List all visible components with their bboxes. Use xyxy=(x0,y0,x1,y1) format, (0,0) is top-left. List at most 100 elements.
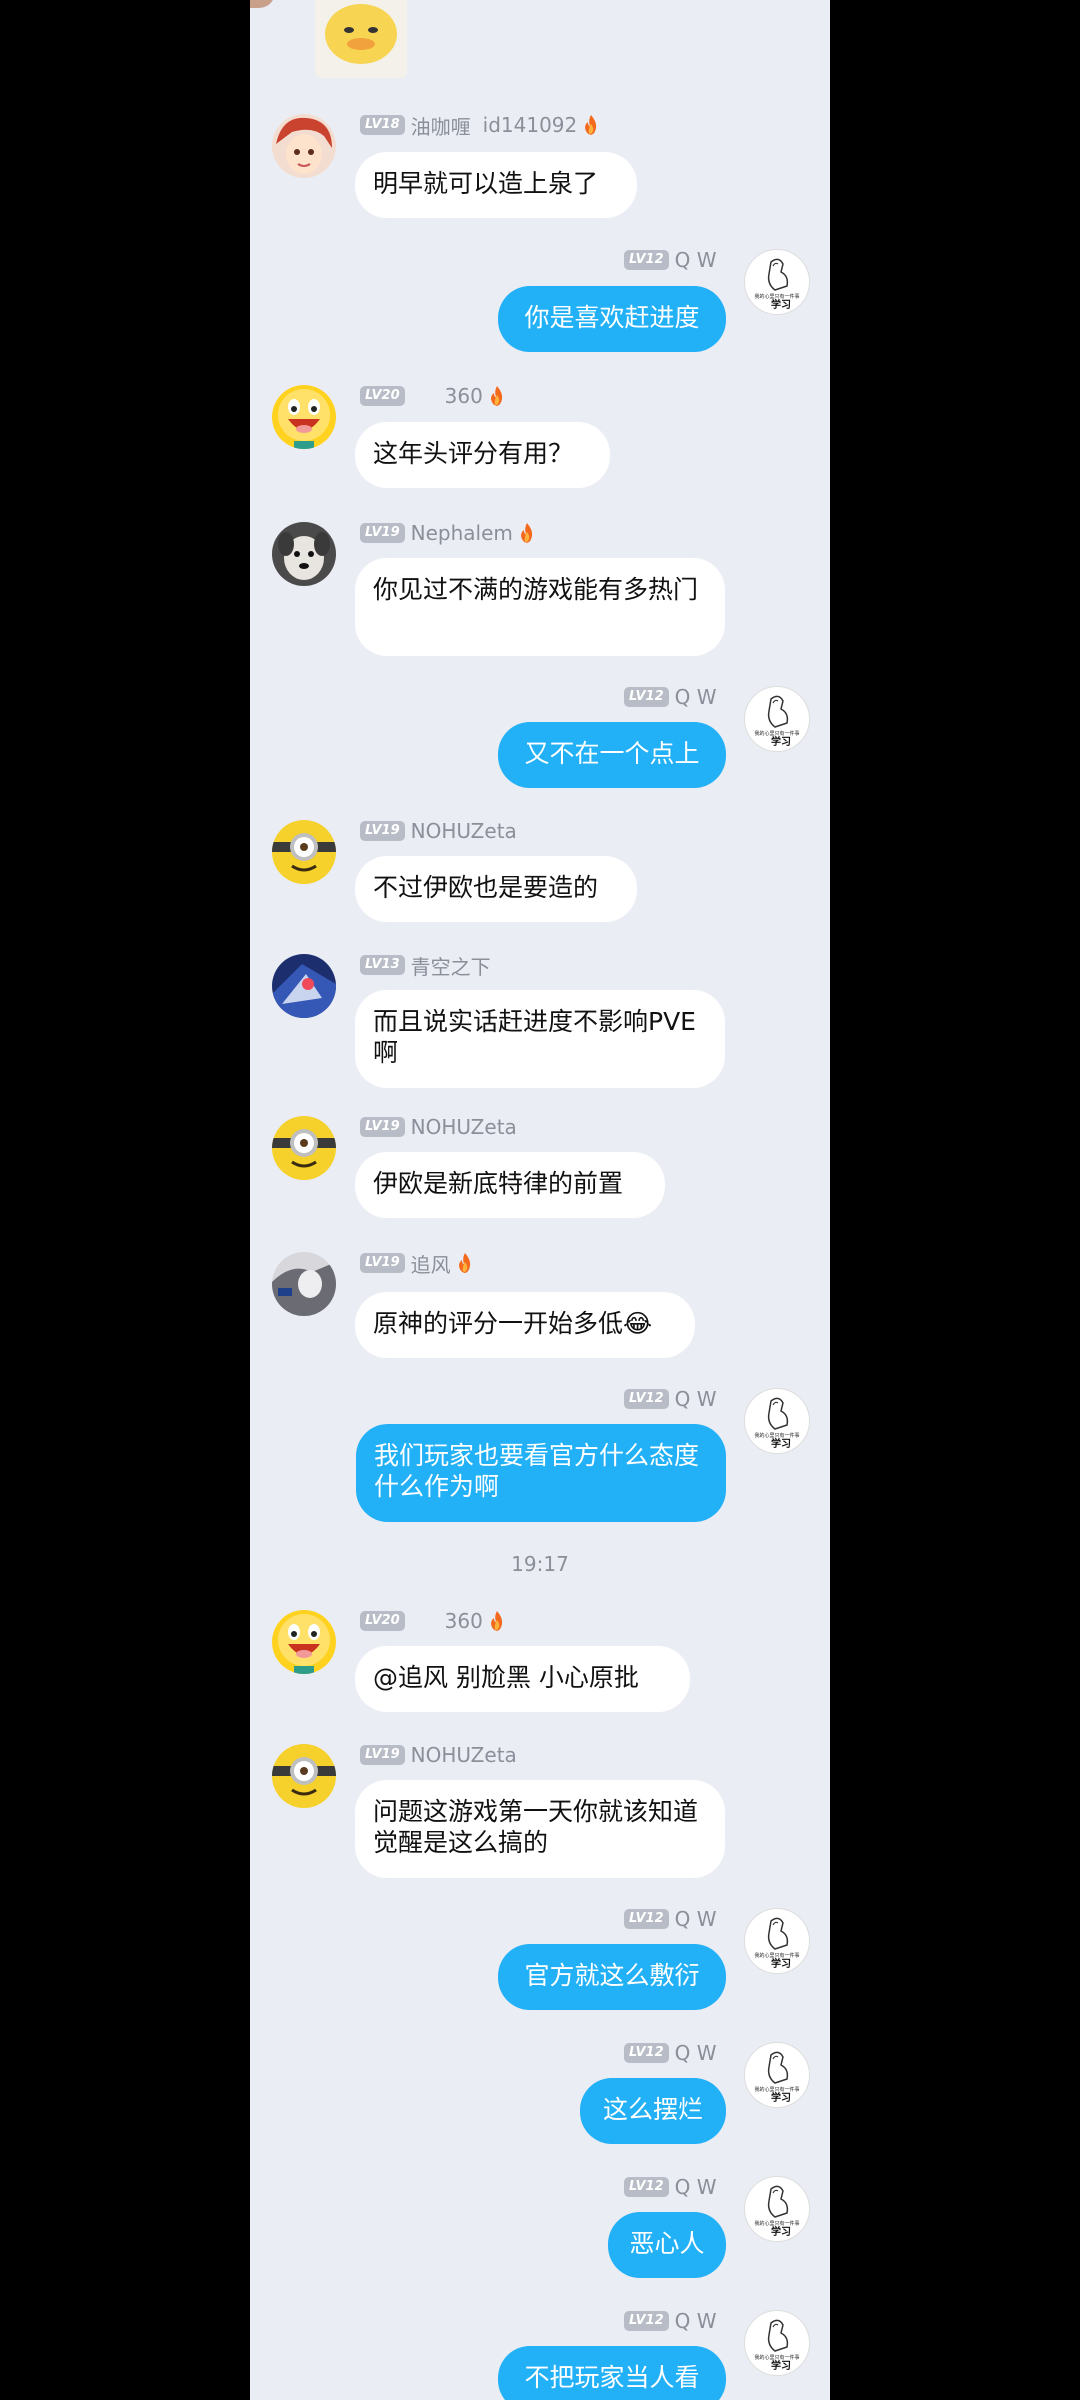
self-name: Q W xyxy=(674,685,717,709)
level-badge: LV12 xyxy=(624,1909,669,1929)
self-name: Q W xyxy=(674,2309,717,2333)
message-bubble-outgoing[interactable]: 我们玩家也要看官方什么态度 什么作为啊 xyxy=(356,1424,726,1522)
avatar-minion[interactable] xyxy=(272,1116,336,1180)
message-bubble-incoming[interactable]: @追风 别尬黑 小心原批 xyxy=(355,1646,690,1712)
svg-text:我的心里只有一件事: 我的心里只有一件事 xyxy=(754,730,799,737)
level-badge: LV19 xyxy=(360,821,405,841)
sender-tag: id141092 xyxy=(482,113,578,137)
chat-screen[interactable]: LV18 油咖喱 id141092 明早就可以造上泉了 我的心里只有一件事 学习 LV12 Q… xyxy=(250,0,830,2400)
message-bubble-incoming[interactable]: 明早就可以造上泉了 xyxy=(355,152,637,218)
self-name: Q W xyxy=(674,2175,717,2199)
svg-text:我的心里只有一件事: 我的心里只有一件事 xyxy=(754,2354,799,2361)
sender-meta: LV19 追风 xyxy=(360,1249,473,1278)
avatar-mech[interactable] xyxy=(272,954,336,1018)
sender-meta: LV19 NOHUZeta xyxy=(360,818,517,844)
self-avatar[interactable]: 我的心里只有一件事 学习 xyxy=(744,1908,810,1974)
level-badge: LV18 xyxy=(360,115,405,135)
sender-name[interactable]: 追风 xyxy=(411,1249,451,1278)
level-badge: LV12 xyxy=(624,1389,669,1409)
level-badge: LV12 xyxy=(624,2043,669,2063)
message-bubble-outgoing[interactable]: 又不在一个点上 xyxy=(498,722,726,788)
sender-meta: LV19 NOHUZeta xyxy=(360,1742,517,1768)
message-bubble-outgoing[interactable]: 官方就这么敷衍 xyxy=(498,1944,726,2010)
self-meta: LV12 Q W xyxy=(624,684,717,710)
sender-name[interactable]: 360 xyxy=(445,1609,483,1633)
level-badge: LV12 xyxy=(624,250,669,270)
level-badge: LV20 xyxy=(360,386,405,406)
level-badge: LV19 xyxy=(360,523,405,543)
avatar-smiley[interactable] xyxy=(272,1610,336,1674)
self-avatar[interactable]: 我的心里只有一件事 学习 xyxy=(744,1388,810,1454)
message-bubble-outgoing[interactable]: 恶心人 xyxy=(608,2212,726,2278)
self-name: Q W xyxy=(674,248,717,272)
level-badge: LV20 xyxy=(360,1611,405,1631)
self-meta: LV12 Q W xyxy=(624,247,717,273)
self-avatar[interactable]: 我的心里只有一件事 学习 xyxy=(744,2042,810,2108)
avatar-minion[interactable] xyxy=(272,820,336,884)
sender-meta: LV13 青空之下 xyxy=(360,951,491,980)
level-badge: LV19 xyxy=(360,1253,405,1273)
avatar[interactable] xyxy=(250,0,275,8)
message-bubble-outgoing[interactable]: 这么摆烂 xyxy=(580,2078,726,2144)
sender-name[interactable]: 青空之下 xyxy=(411,951,491,980)
message-bubble-outgoing[interactable]: 不把玩家当人看 xyxy=(498,2346,726,2400)
svg-text:我的心里只有一件事: 我的心里只有一件事 xyxy=(754,1432,799,1439)
message-bubble-outgoing[interactable]: 你是喜欢赶进度 xyxy=(498,286,726,352)
self-avatar[interactable]: 我的心里只有一件事 学习 xyxy=(744,2176,810,2242)
svg-text:我的心里只有一件事: 我的心里只有一件事 xyxy=(754,2086,799,2093)
level-badge: LV12 xyxy=(624,2177,669,2197)
avatar-dog[interactable] xyxy=(272,522,336,586)
avatar-minion[interactable] xyxy=(272,1744,336,1808)
self-avatar[interactable]: 我的心里只有一件事 学习 xyxy=(744,249,810,315)
avatar-red-hair[interactable] xyxy=(272,114,336,178)
message-bubble-incoming[interactable]: 你见过不满的游戏能有多热门 xyxy=(355,558,725,656)
svg-text:我的心里只有一件事: 我的心里只有一件事 xyxy=(754,293,799,300)
svg-text:学习: 学习 xyxy=(771,2359,791,2372)
sender-name[interactable]: 油咖喱 xyxy=(411,111,471,140)
svg-text:学习: 学习 xyxy=(771,298,791,311)
sticker-image[interactable] xyxy=(250,0,407,82)
self-meta: LV12 Q W xyxy=(624,1386,717,1412)
svg-text:学习: 学习 xyxy=(771,1437,791,1450)
avatar-smiley[interactable] xyxy=(272,385,336,449)
svg-text:学习: 学习 xyxy=(771,2225,791,2238)
svg-text:学习: 学习 xyxy=(771,2091,791,2104)
svg-text:我的心里只有一件事: 我的心里只有一件事 xyxy=(754,1952,799,1959)
message-bubble-incoming[interactable]: 不过伊欧也是要造的 xyxy=(355,856,637,922)
self-meta: LV12 Q W xyxy=(624,1906,717,1932)
self-meta: LV12 Q W xyxy=(624,2174,717,2200)
level-badge: LV12 xyxy=(624,687,669,707)
sender-name[interactable]: NOHUZeta xyxy=(411,1743,517,1767)
level-badge: LV19 xyxy=(360,1745,405,1765)
level-badge: LV12 xyxy=(624,2311,669,2331)
self-avatar[interactable]: 我的心里只有一件事 学习 xyxy=(744,686,810,752)
sender-meta: LV20 360 xyxy=(360,383,505,409)
level-badge: LV13 xyxy=(360,955,405,975)
self-name: Q W xyxy=(674,1907,717,1931)
fire-icon xyxy=(489,1611,505,1631)
message-bubble-incoming[interactable]: 这年头评分有用？ xyxy=(355,422,610,488)
sender-name[interactable]: Nephalem xyxy=(411,521,513,545)
self-name: Q W xyxy=(674,1387,717,1411)
sender-meta: LV19 NOHUZeta xyxy=(360,1114,517,1140)
message-bubble-incoming[interactable]: 伊欧是新底特律的前置 xyxy=(355,1152,665,1218)
level-badge: LV19 xyxy=(360,1117,405,1137)
message-bubble-incoming[interactable]: 而且说实话赶进度不影响PVE啊 xyxy=(355,990,725,1088)
message-bubble-incoming[interactable]: 问题这游戏第一天你就该知道觉醒是这么搞的 xyxy=(355,1780,725,1878)
self-name: Q W xyxy=(674,2041,717,2065)
svg-text:学习: 学习 xyxy=(771,1957,791,1970)
self-avatar[interactable]: 我的心里只有一件事 学习 xyxy=(744,2310,810,2376)
svg-text:学习: 学习 xyxy=(771,735,791,748)
sender-name[interactable]: 360 xyxy=(445,384,483,408)
fire-icon xyxy=(489,386,505,406)
fire-icon xyxy=(457,1253,473,1273)
timestamp: 19:17 xyxy=(511,1552,569,1576)
fire-icon xyxy=(519,523,535,543)
sender-name[interactable]: NOHUZeta xyxy=(411,819,517,843)
self-meta: LV12 Q W xyxy=(624,2040,717,2066)
sender-meta: LV19 Nephalem xyxy=(360,520,535,546)
avatar-gray-figure[interactable] xyxy=(272,1252,336,1316)
message-bubble-incoming[interactable]: 原神的评分一开始多低😂 xyxy=(355,1292,695,1358)
sender-name[interactable]: NOHUZeta xyxy=(411,1115,517,1139)
svg-text:我的心里只有一件事: 我的心里只有一件事 xyxy=(754,2220,799,2227)
